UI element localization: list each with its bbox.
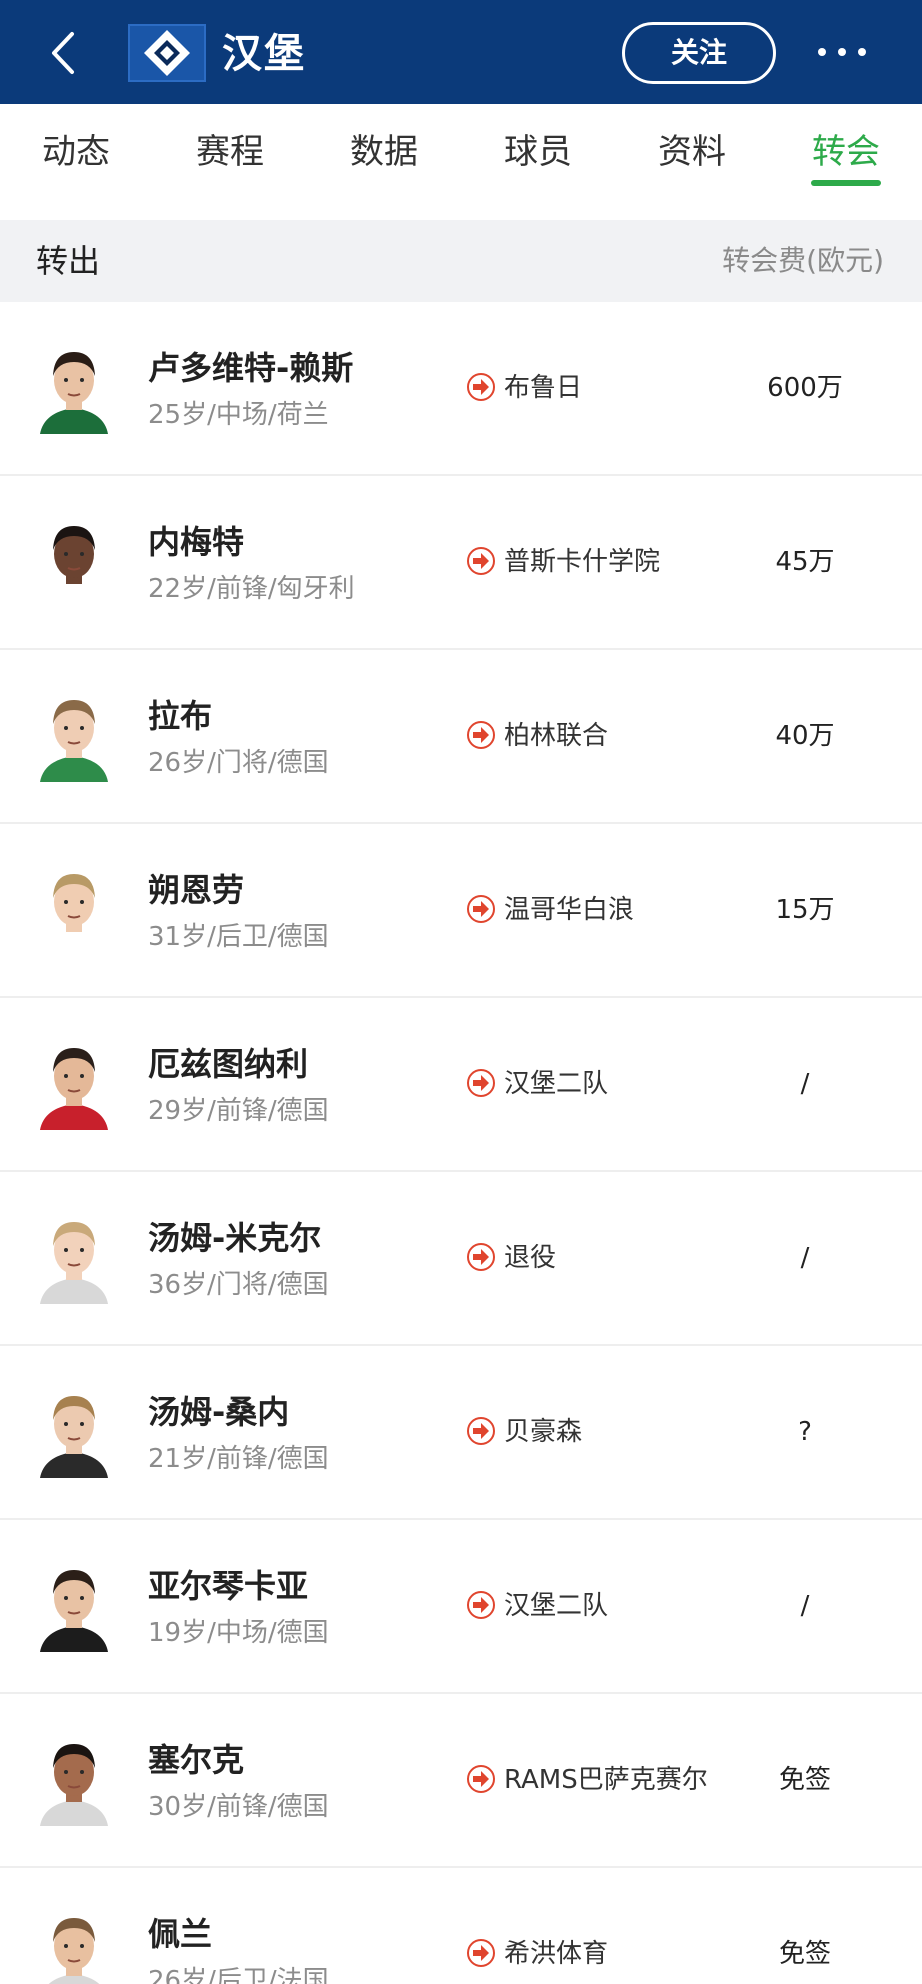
player-info: 36岁/门将/德国 xyxy=(148,1270,329,1300)
arrow-right-circle-icon xyxy=(467,1243,495,1271)
player-avatar xyxy=(36,1386,112,1478)
destination-club: 布鲁日 xyxy=(504,373,583,403)
player-info: 19岁/中场/德国 xyxy=(148,1618,329,1648)
destination-club: RAMS巴萨克赛尔 xyxy=(504,1765,708,1795)
tab-bar: 动态 赛程 数据 球员 资料 转会 xyxy=(0,104,922,220)
fee-column-label: 转会费(欧元) xyxy=(722,244,884,277)
transfer-fee: 免签 xyxy=(778,1765,831,1795)
player-avatar xyxy=(36,516,112,608)
player-name: 亚尔琴卡亚 xyxy=(148,1567,309,1605)
player-row[interactable]: 塞尔克 30岁/前锋/德国 RAMS巴萨克赛尔 免签 xyxy=(0,1694,922,1868)
arrow-right-circle-icon xyxy=(467,1591,495,1619)
section-header: 转出 转会费(欧元) xyxy=(0,220,922,302)
player-info: 31岁/后卫/德国 xyxy=(148,922,329,952)
arrow-right-circle-icon xyxy=(467,1765,495,1793)
player-row[interactable]: 汤姆-桑内 21岁/前锋/德国 贝豪森? xyxy=(0,1346,922,1520)
top-app-bar: 汉堡 关注 xyxy=(0,0,922,104)
destination-club: 退役 xyxy=(504,1243,557,1273)
player-avatar xyxy=(36,1734,112,1826)
player-info: 26岁/门将/德国 xyxy=(148,748,329,778)
arrow-right-circle-icon xyxy=(467,1417,495,1445)
more-dots-icon xyxy=(818,48,866,56)
player-row[interactable]: 佩兰 26岁/后卫/法国 希洪体育 免签 xyxy=(0,1868,922,1984)
player-name: 厄兹图纳利 xyxy=(148,1045,309,1083)
player-info: 29岁/前锋/德国 xyxy=(148,1096,329,1126)
player-row[interactable]: 拉布 26岁/门将/德国 柏林联合 40万 xyxy=(0,650,922,824)
hamburg-diamond-logo-icon xyxy=(144,30,190,76)
transfer-fee: 15万 xyxy=(775,895,835,925)
destination-club: 贝豪森 xyxy=(504,1417,583,1447)
arrow-right-circle-icon xyxy=(467,1069,495,1097)
player-avatar xyxy=(36,342,112,434)
tab-transfers[interactable]: 转会 xyxy=(806,124,886,180)
destination-club: 希洪体育 xyxy=(504,1939,609,1969)
player-avatar xyxy=(36,1212,112,1304)
player-avatar xyxy=(36,1560,112,1652)
transfer-fee: 免签 xyxy=(778,1939,831,1969)
tab-info[interactable]: 资料 xyxy=(652,124,732,180)
player-row[interactable]: 卢多维特-赖斯 25岁/中场/荷兰 布鲁日 600万 xyxy=(0,302,922,476)
destination-club: 温哥华白浪 xyxy=(504,895,635,925)
transfer-fee: / xyxy=(800,1243,810,1273)
player-row[interactable]: 汤姆-米克尔 36岁/门将/德国 退役 / xyxy=(0,1172,922,1346)
tab-schedule[interactable]: 赛程 xyxy=(190,124,270,180)
player-avatar xyxy=(36,1908,112,1984)
player-row[interactable]: 亚尔琴卡亚 19岁/中场/德国 汉堡二队 / xyxy=(0,1520,922,1694)
player-name: 汤姆-桑内 xyxy=(148,1393,290,1431)
player-name: 朔恩劳 xyxy=(148,871,245,909)
tab-news[interactable]: 动态 xyxy=(36,124,116,180)
player-name: 内梅特 xyxy=(148,523,245,561)
player-row[interactable]: 朔恩劳 31岁/后卫/德国 温哥华白浪 15万 xyxy=(0,824,922,998)
back-button[interactable] xyxy=(44,30,84,76)
player-name: 汤姆-米克尔 xyxy=(148,1219,322,1257)
player-info: 30岁/前锋/德国 xyxy=(148,1792,329,1822)
page-title: 汉堡 xyxy=(222,31,306,77)
player-name: 卢多维特-赖斯 xyxy=(148,349,354,387)
arrow-right-circle-icon xyxy=(467,721,495,749)
player-info: 26岁/后卫/法国 xyxy=(148,1966,329,1984)
active-tab-indicator xyxy=(811,180,881,186)
more-button[interactable] xyxy=(812,30,872,74)
arrow-right-circle-icon xyxy=(467,547,495,575)
destination-club: 柏林联合 xyxy=(504,721,609,751)
team-logo xyxy=(128,24,206,82)
tab-players[interactable]: 球员 xyxy=(498,124,578,180)
transfer-fee: / xyxy=(800,1591,810,1621)
player-name: 佩兰 xyxy=(148,1915,213,1953)
destination-club: 普斯卡什学院 xyxy=(504,547,661,577)
chevron-left-icon xyxy=(52,32,74,74)
player-info: 25岁/中场/荷兰 xyxy=(148,400,329,430)
player-avatar xyxy=(36,1038,112,1130)
player-name: 塞尔克 xyxy=(148,1741,245,1779)
arrow-right-circle-icon xyxy=(467,1939,495,1967)
transfer-fee: 45万 xyxy=(775,547,835,577)
player-avatar xyxy=(36,690,112,782)
transfer-fee: / xyxy=(800,1069,810,1099)
player-info: 21岁/前锋/德国 xyxy=(148,1444,329,1474)
destination-club: 汉堡二队 xyxy=(504,1069,609,1099)
player-info: 22岁/前锋/匈牙利 xyxy=(148,574,355,604)
follow-button[interactable]: 关注 xyxy=(622,22,776,84)
player-avatar xyxy=(36,864,112,956)
arrow-right-circle-icon xyxy=(467,895,495,923)
destination-club: 汉堡二队 xyxy=(504,1591,609,1621)
transfer-fee: 600万 xyxy=(767,373,843,403)
player-row[interactable]: 厄兹图纳利 29岁/前锋/德国 汉堡二队 / xyxy=(0,998,922,1172)
tab-stats[interactable]: 数据 xyxy=(344,124,424,180)
section-title: 转出 xyxy=(36,242,101,280)
arrow-right-circle-icon xyxy=(467,373,495,401)
player-name: 拉布 xyxy=(148,697,213,735)
transfer-fee: 40万 xyxy=(775,721,835,751)
player-row[interactable]: 内梅特 22岁/前锋/匈牙利 普斯卡什学院 45万 xyxy=(0,476,922,650)
transfer-fee: ? xyxy=(798,1417,812,1447)
